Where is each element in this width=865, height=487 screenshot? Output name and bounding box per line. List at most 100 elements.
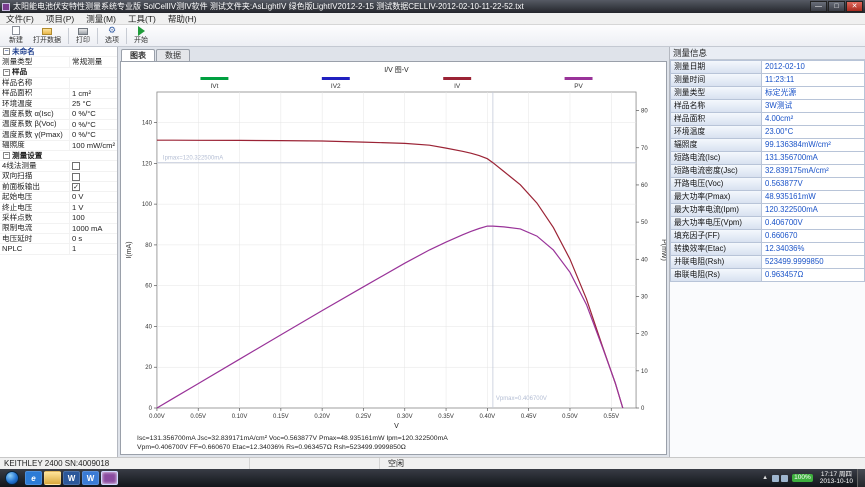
tree-row[interactable]: 环境温度25 °C [0, 99, 117, 109]
info-row: 最大功率电压(Vpm)0.406700V [670, 217, 865, 230]
tray-expand-icon[interactable]: ▲ [762, 475, 768, 481]
measurement-tree: −未命名测量类型常规测量−样品样品名称样品面积1 cm²环境温度25 °C温度系… [0, 47, 117, 255]
tree-row-label: −未命名 [0, 47, 117, 56]
tree-row[interactable]: 测量类型常规测量 [0, 57, 117, 67]
svg-text:70: 70 [641, 146, 648, 152]
tree-row-value[interactable]: 1 [70, 244, 117, 253]
start-play-icon [136, 26, 146, 35]
tree-row-value[interactable]: 100 [70, 213, 117, 222]
app-window-icon[interactable] [101, 471, 118, 485]
checkbox-icon[interactable] [72, 173, 80, 181]
tree-row[interactable]: 起始电压0 V [0, 192, 117, 202]
tree-row[interactable]: 采样点数100 [0, 213, 117, 223]
tree-row[interactable]: 温度系数 α(Isc)0 %/°C [0, 109, 117, 119]
svg-text:IVt: IVt [210, 83, 218, 90]
tree-row[interactable]: 电压延时0 s [0, 234, 117, 244]
checkbox-checked-icon[interactable]: ✓ [72, 183, 80, 191]
tree-row[interactable]: 温度系数 γ(Pmax)0 %/°C [0, 130, 117, 140]
info-row-value: 23.00°C [762, 126, 865, 139]
folder-icon[interactable] [44, 471, 61, 485]
tree-expander-icon[interactable]: − [3, 152, 10, 159]
tree-expander-icon[interactable]: − [3, 48, 10, 55]
open-data-button[interactable]: 打开数据 [28, 25, 66, 46]
tree-row-label: 双向扫描 [0, 172, 70, 181]
info-row: 短路电流(Isc)131.356700mA [670, 152, 865, 165]
tree-row-value[interactable]: 1000 mA [70, 224, 117, 233]
options-button[interactable]: ⚙ 选项 [100, 25, 124, 46]
tab-data[interactable]: 数据 [156, 49, 190, 61]
info-row: 样品名称3W测试 [670, 100, 865, 113]
tree-row-label: 样品名称 [0, 78, 70, 87]
tree-row-value[interactable]: ✓ [70, 182, 117, 191]
menu-help[interactable]: 帮助(H) [162, 13, 203, 24]
menu-tools[interactable]: 工具(T) [122, 13, 162, 24]
volume-icon[interactable] [781, 475, 788, 482]
tree-row-value[interactable] [70, 78, 117, 87]
tree-row-value[interactable] [70, 161, 117, 170]
tree-row[interactable]: 4线法测量 [0, 161, 117, 171]
info-row-value: 0.563877V [762, 178, 865, 191]
tree-row-value[interactable]: 常规测量 [70, 57, 117, 66]
svg-text:0: 0 [149, 406, 153, 412]
wps-icon[interactable]: W [82, 471, 99, 485]
info-row-value: 标定光源 [762, 87, 865, 100]
tab-chart[interactable]: 图表 [121, 49, 155, 61]
tree-row-value[interactable]: 0 %/°C [70, 120, 117, 129]
network-icon[interactable] [772, 475, 779, 482]
close-button[interactable]: ✕ [846, 1, 863, 12]
tree-row-value[interactable]: 0 V [70, 192, 117, 201]
tree-row-value[interactable]: 25 °C [70, 99, 117, 108]
options-gear-icon: ⚙ [107, 26, 117, 35]
ie-icon[interactable]: e [25, 471, 42, 485]
new-button-label: 新建 [9, 35, 23, 45]
tree-row[interactable]: 终止电压1 V [0, 203, 117, 213]
tree-row-value[interactable]: 100 mW/cm² [70, 141, 117, 150]
menu-measure[interactable]: 测量(M) [80, 13, 122, 24]
application-window: 太阳能电池伏安特性测量系统专业版 SolCellIV测IV软件 测试文件夹:As… [0, 0, 865, 487]
battery-indicator[interactable]: 100% [792, 474, 813, 482]
results-line-2: Vpm=0.406700V FF=0.660670 Etac=12.34036%… [121, 443, 666, 452]
info-row-value: 48.935161mW [762, 191, 865, 204]
print-button[interactable]: 打印 [71, 25, 95, 46]
tree-row[interactable]: −样品 [0, 68, 117, 78]
show-desktop-button[interactable] [857, 469, 865, 487]
tree-row-label: 限制电流 [0, 224, 70, 233]
tree-row[interactable]: 样品面积1 cm² [0, 89, 117, 99]
tree-row-label: NPLC [0, 244, 70, 253]
svg-text:40: 40 [641, 257, 648, 263]
info-row: 样品面积4.00cm² [670, 113, 865, 126]
tree-row-value[interactable]: 1 V [70, 203, 117, 212]
tree-row-value[interactable]: 0 %/°C [70, 130, 117, 139]
tree-row-value[interactable] [70, 172, 117, 181]
info-row-label: 辐照度 [670, 139, 762, 152]
tree-row-value[interactable]: 0 %/°C [70, 109, 117, 118]
tree-row[interactable]: 样品名称 [0, 78, 117, 88]
tree-row-value[interactable]: 1 cm² [70, 89, 117, 98]
print-button-label: 打印 [76, 35, 90, 45]
tree-row-value[interactable]: 0 s [70, 234, 117, 243]
new-button[interactable]: 新建 [4, 25, 28, 46]
tree-row[interactable]: 限制电流1000 mA [0, 224, 117, 234]
menu-project[interactable]: 项目(P) [40, 13, 80, 24]
tree-row[interactable]: 温度系数 β(Voc)0 %/°C [0, 120, 117, 130]
tree-expander-icon[interactable]: − [3, 69, 10, 76]
start-button-toolbar[interactable]: 开始 [129, 25, 153, 46]
tree-row[interactable]: −未命名 [0, 47, 117, 57]
tree-row[interactable]: −测量设置 [0, 151, 117, 161]
iv-chart-svg[interactable]: 0.00V0.05V0.10V0.15V0.20V0.25V0.30V0.35V… [121, 62, 666, 434]
tree-row[interactable]: 双向扫描 [0, 172, 117, 182]
word-icon[interactable]: W [63, 471, 80, 485]
info-row-label: 串联电阻(Rs) [670, 269, 762, 282]
checkbox-icon[interactable] [72, 162, 80, 170]
start-button[interactable] [5, 471, 19, 485]
tree-row[interactable]: NPLC1 [0, 244, 117, 254]
info-row-value: 4.00cm² [762, 113, 865, 126]
taskbar-clock[interactable]: 17:17 周四 2013-10-10 [820, 471, 853, 486]
menu-file[interactable]: 文件(F) [0, 13, 40, 24]
maximize-button[interactable]: □ [828, 1, 845, 12]
svg-text:P(mW): P(mW) [660, 239, 666, 261]
tree-row[interactable]: 辐照度100 mW/cm² [0, 141, 117, 151]
minimize-button[interactable]: — [810, 1, 827, 12]
main-area: −未命名测量类型常规测量−样品样品名称样品面积1 cm²环境温度25 °C温度系… [0, 47, 865, 457]
tree-row[interactable]: 前面板输出✓ [0, 182, 117, 192]
